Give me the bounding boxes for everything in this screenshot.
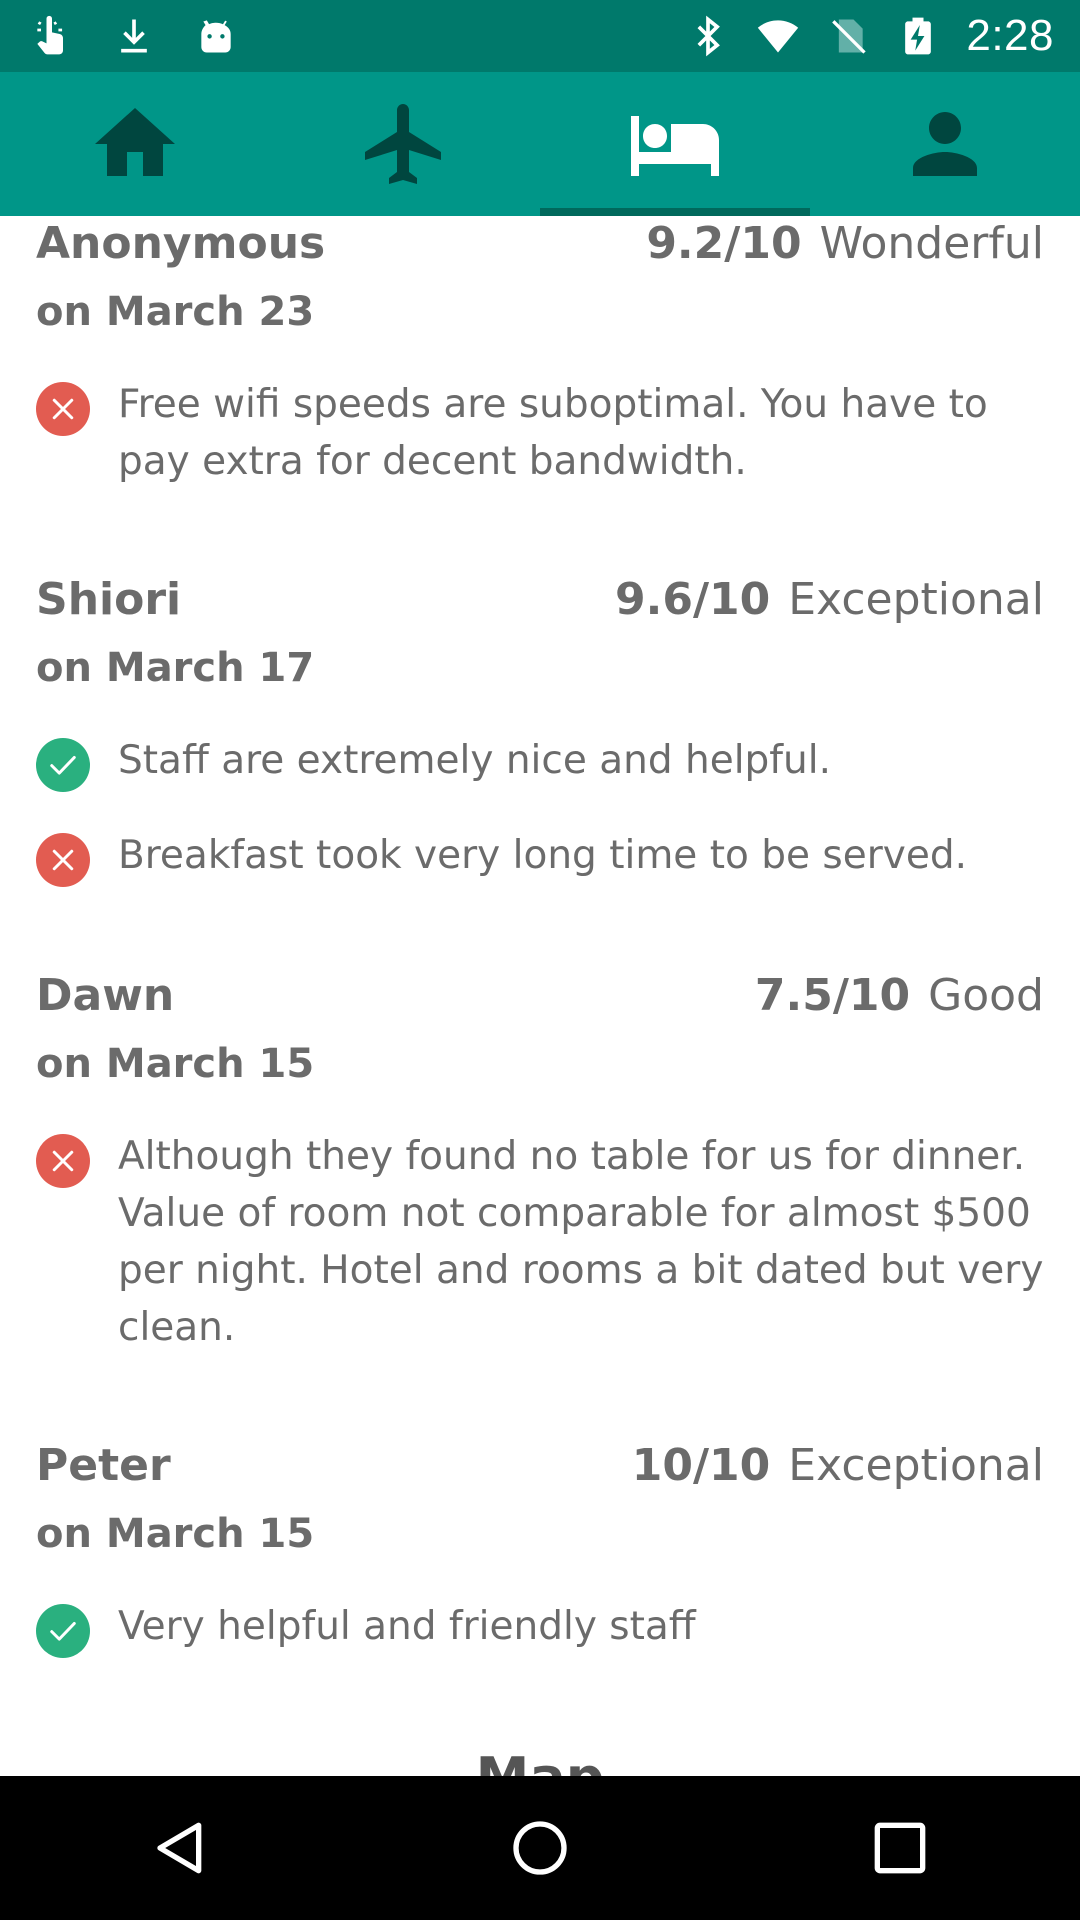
review-comment-positive: Very helpful and friendly staff <box>36 1598 1044 1658</box>
hotel-bed-icon <box>631 116 719 176</box>
map-section-title: Map <box>0 1748 1080 1777</box>
status-bar: 2:28 <box>0 0 1080 72</box>
no-sim-icon <box>826 14 870 58</box>
review-comment-negative: Although they found no table for us for … <box>36 1128 1044 1356</box>
review-date: on March 15 <box>36 1041 315 1087</box>
review-score: 10/10 Exceptional <box>632 1438 1044 1494</box>
score-value: 9.2/10 <box>646 218 802 269</box>
review-header: Shiori 9.6/10 Exceptional <box>36 572 1044 628</box>
negative-x-icon <box>36 382 90 436</box>
review-item: Shiori 9.6/10 Exceptional on March 17 St… <box>36 572 1044 887</box>
comment-text: Staff are extremely nice and helpful. <box>118 738 831 783</box>
reviewer-name: Dawn <box>36 970 175 1021</box>
comment-text: Although they found no table for us for … <box>118 1134 1044 1350</box>
tab-home[interactable] <box>0 72 270 216</box>
reviews-list[interactable]: Anonymous 9.2/10 Wonderful on March 23 F… <box>0 216 1080 1776</box>
score-value: 10/10 <box>631 1440 771 1491</box>
review-comment-negative: Free wifi speeds are suboptimal. You hav… <box>36 376 1044 490</box>
review-comment-negative: Breakfast took very long time to be serv… <box>36 827 1044 887</box>
android-icon <box>194 14 238 58</box>
download-icon <box>112 14 156 58</box>
tab-hotels[interactable] <box>540 72 810 216</box>
review-date: on March 23 <box>36 289 315 335</box>
bluetooth-icon <box>686 14 730 58</box>
reviewer-name: Peter <box>36 1440 171 1491</box>
back-icon <box>157 1822 202 1874</box>
review-score: 9.2/10 Wonderful <box>646 216 1044 272</box>
comment-text: Breakfast took very long time to be serv… <box>118 833 967 878</box>
person-icon <box>913 112 977 176</box>
review-item: Peter 10/10 Exceptional on March 15 Very… <box>36 1438 1044 1658</box>
positive-check-icon <box>36 1604 90 1658</box>
comment-text: Free wifi speeds are suboptimal. You hav… <box>118 382 988 484</box>
back-button[interactable] <box>100 1776 260 1920</box>
negative-x-icon <box>36 1134 90 1188</box>
review-item: Anonymous 9.2/10 Wonderful on March 23 F… <box>36 216 1044 490</box>
wifi-icon <box>756 14 800 58</box>
status-right-icons: 2:28 <box>686 0 1054 72</box>
recents-button[interactable] <box>820 1776 980 1920</box>
score-label: Exceptional <box>788 574 1044 625</box>
score-label: Exceptional <box>788 1440 1044 1491</box>
home-button[interactable] <box>460 1776 620 1920</box>
review-comment-positive: Staff are extremely nice and helpful. <box>36 732 1044 792</box>
tab-flights[interactable] <box>270 72 540 216</box>
tab-profile[interactable] <box>810 72 1080 216</box>
review-header: Anonymous 9.2/10 Wonderful <box>36 216 1044 272</box>
score-label: Good <box>928 970 1044 1021</box>
system-nav-bar <box>0 1776 1080 1920</box>
review-header: Peter 10/10 Exceptional <box>36 1438 1044 1494</box>
review-date: on March 17 <box>36 645 315 691</box>
review-item: Dawn 7.5/10 Good on March 15 Although th… <box>36 968 1044 1356</box>
review-header: Dawn 7.5/10 Good <box>36 968 1044 1024</box>
reviewer-name: Anonymous <box>36 218 326 269</box>
negative-x-icon <box>36 833 90 887</box>
battery-charging-icon <box>896 14 940 58</box>
tab-selected-indicator <box>540 208 810 216</box>
flight-icon <box>365 104 441 184</box>
touch-gesture-icon <box>30 14 74 58</box>
status-time: 2:28 <box>966 11 1054 60</box>
score-value: 7.5/10 <box>754 970 911 1021</box>
review-score: 9.6/10 Exceptional <box>615 572 1044 628</box>
score-value: 9.6/10 <box>615 574 771 625</box>
reviewer-name: Shiori <box>36 574 182 625</box>
review-date: on March 15 <box>36 1511 315 1557</box>
positive-check-icon <box>36 738 90 792</box>
review-score: 7.5/10 Good <box>755 968 1044 1024</box>
score-label: Wonderful <box>819 218 1044 269</box>
comment-text: Very helpful and friendly staff <box>118 1604 696 1649</box>
home-circle-icon <box>513 1821 567 1875</box>
status-left-icons <box>30 0 238 72</box>
home-icon <box>95 108 175 176</box>
top-tab-bar <box>0 72 1080 216</box>
recents-square-icon <box>874 1822 926 1874</box>
